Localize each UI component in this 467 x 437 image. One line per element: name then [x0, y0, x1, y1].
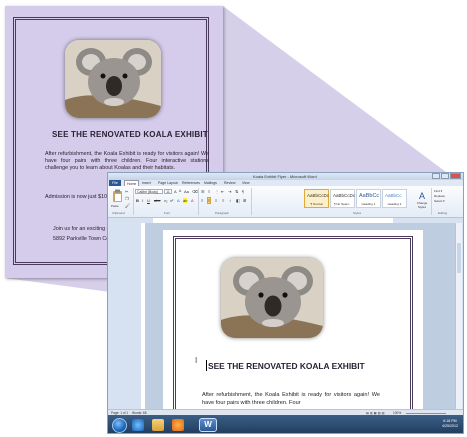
ie-icon[interactable] — [132, 419, 144, 431]
clock[interactable]: 6:18 PM 4/25/2012 — [442, 419, 458, 429]
bullets-icon[interactable]: ☰ — [201, 189, 205, 194]
change-styles-icon: A — [418, 191, 425, 201]
document-heading[interactable]: SEE THE RENOVATED KOALA EXHIBIT — [208, 361, 365, 371]
tab-insert[interactable]: Insert — [142, 181, 151, 185]
style-name: ¶ No Spaci... — [333, 202, 352, 206]
window-controls — [432, 173, 461, 179]
vertical-scrollbar[interactable] — [455, 223, 462, 409]
align-left-icon[interactable]: ≡ — [201, 198, 203, 203]
align-right-icon[interactable]: ≡ — [215, 198, 217, 203]
maximize-button[interactable] — [441, 173, 449, 179]
editing-group: Find ▾ Replace Select ▾ — [434, 189, 445, 204]
numbering-icon[interactable]: ≡ — [208, 189, 210, 194]
grow-font-icon[interactable]: A — [174, 189, 177, 194]
copy-icon[interactable]: ❐ — [125, 196, 129, 201]
group-clipboard-label: Clipboard — [112, 211, 125, 215]
superscript-icon[interactable]: x² — [170, 198, 173, 203]
style-heading-2[interactable]: AaBbCc Heading 2 — [382, 189, 407, 208]
underline-icon[interactable]: U — [147, 198, 150, 203]
cut-icon[interactable]: ✂ — [125, 189, 128, 194]
media-player-icon[interactable] — [172, 419, 184, 431]
tab-review[interactable]: Review — [224, 181, 235, 185]
tab-references[interactable]: References — [182, 181, 200, 185]
style-name: Heading 1 — [361, 202, 376, 206]
flyer-heading: SEE THE RENOVATED KOALA EXHIBIT — [52, 130, 208, 139]
group-styles-label: Styles — [353, 211, 362, 215]
style-sample: AaBbCcDc — [333, 193, 356, 198]
format-painter-icon[interactable]: 🖌 — [125, 203, 130, 208]
group-editing-label: Editing — [438, 211, 448, 215]
tab-mailings[interactable]: Mailings — [204, 181, 217, 185]
font-size-box[interactable]: 11 — [164, 189, 172, 194]
style-no-spacing[interactable]: AaBbCcDc ¶ No Spaci... — [330, 189, 355, 208]
style-heading-1[interactable]: AaBbCc Heading 1 — [356, 189, 381, 208]
change-case-icon[interactable]: Aa — [184, 189, 189, 194]
start-button[interactable] — [112, 418, 127, 433]
bold-icon[interactable]: B — [136, 198, 139, 203]
minimize-button[interactable] — [432, 173, 440, 179]
sort-icon[interactable]: ⇅ — [235, 189, 238, 194]
highlight-icon[interactable]: ab — [183, 198, 188, 203]
align-center-icon[interactable]: ≡ — [206, 197, 212, 204]
ribbon-separator — [133, 188, 134, 215]
line-spacing-icon[interactable]: ↕ — [229, 198, 231, 203]
shading-icon[interactable]: ◧ — [236, 198, 240, 203]
style-sample: AaBbCcDc — [307, 193, 330, 198]
style-normal[interactable]: AaBbCcDc ¶ Normal — [304, 189, 329, 208]
mouse-ibeam-icon: I — [195, 356, 198, 365]
close-button[interactable] — [450, 173, 461, 179]
font-name-box[interactable]: Calibri (Body) — [135, 189, 163, 194]
change-styles-label: Change Styles — [416, 201, 428, 209]
flyer-paragraph-1: After refurbishment, the Koala Exhibit i… — [45, 151, 209, 171]
select-button[interactable]: Select ▾ — [434, 199, 445, 204]
clock-date: 4/25/2012 — [442, 424, 458, 428]
tab-view[interactable]: View — [242, 181, 250, 185]
shrink-font-icon[interactable]: A — [179, 189, 181, 193]
koala-illustration — [221, 258, 323, 338]
document-paragraph[interactable]: After refurbishment, the Koala Exhibit i… — [202, 391, 380, 407]
strikethrough-icon[interactable]: abc — [154, 198, 160, 203]
paste-icon[interactable] — [112, 189, 123, 203]
multilevel-list-icon[interactable]: ⋮ — [215, 189, 219, 194]
font-color-icon[interactable]: A — [191, 198, 194, 203]
italic-icon[interactable]: I — [142, 198, 143, 203]
view-buttons-icon[interactable]: ▤ ▥ ▦ ▧ ▨ — [366, 411, 385, 415]
explorer-icon[interactable] — [152, 419, 164, 431]
scroll-thumb[interactable] — [457, 243, 461, 273]
ribbon-separator — [251, 188, 252, 215]
document-koala-photo[interactable] — [221, 258, 323, 338]
style-sample: AaBbCc — [385, 193, 402, 198]
paste-label[interactable]: Paste — [111, 204, 119, 208]
style-name: ¶ Normal — [310, 202, 323, 206]
koala-photo — [65, 40, 161, 118]
word-icon[interactable]: W — [199, 418, 217, 432]
change-styles-button[interactable]: A Change Styles — [414, 191, 430, 209]
ribbon-separator — [198, 188, 199, 215]
style-name: Heading 2 — [387, 202, 402, 206]
borders-icon[interactable]: ⊞ — [243, 198, 246, 203]
zoom-slider[interactable] — [406, 412, 446, 414]
title-bar: Koala Exhibit Flyer - Microsoft Word — [108, 173, 463, 180]
clear-formatting-icon[interactable]: ⌫ — [192, 189, 198, 194]
group-font-label: Font — [164, 211, 171, 215]
koala-illustration — [65, 40, 161, 118]
style-sample: AaBbCc — [359, 193, 380, 199]
tab-page-layout[interactable]: Page Layout — [158, 181, 178, 185]
show-marks-icon[interactable]: ¶ — [242, 189, 244, 194]
text-cursor — [206, 360, 207, 371]
subscript-icon[interactable]: x₂ — [164, 198, 168, 203]
window-title: Koala Exhibit Flyer - Microsoft Word — [253, 174, 317, 179]
increase-indent-icon[interactable]: ⇥ — [228, 189, 231, 194]
group-paragraph-label: Paragraph — [215, 211, 230, 215]
taskbar: W 6:18 PM 4/25/2012 — [108, 415, 463, 433]
text-effects-icon[interactable]: A — [177, 198, 180, 203]
decrease-indent-icon[interactable]: ⇤ — [221, 189, 224, 194]
ribbon-home: Paste ✂ ❐ 🖌 Clipboard Calibri (Body) 11 … — [108, 186, 463, 218]
justify-icon[interactable]: ≡ — [222, 198, 224, 203]
ribbon-separator — [431, 188, 432, 215]
